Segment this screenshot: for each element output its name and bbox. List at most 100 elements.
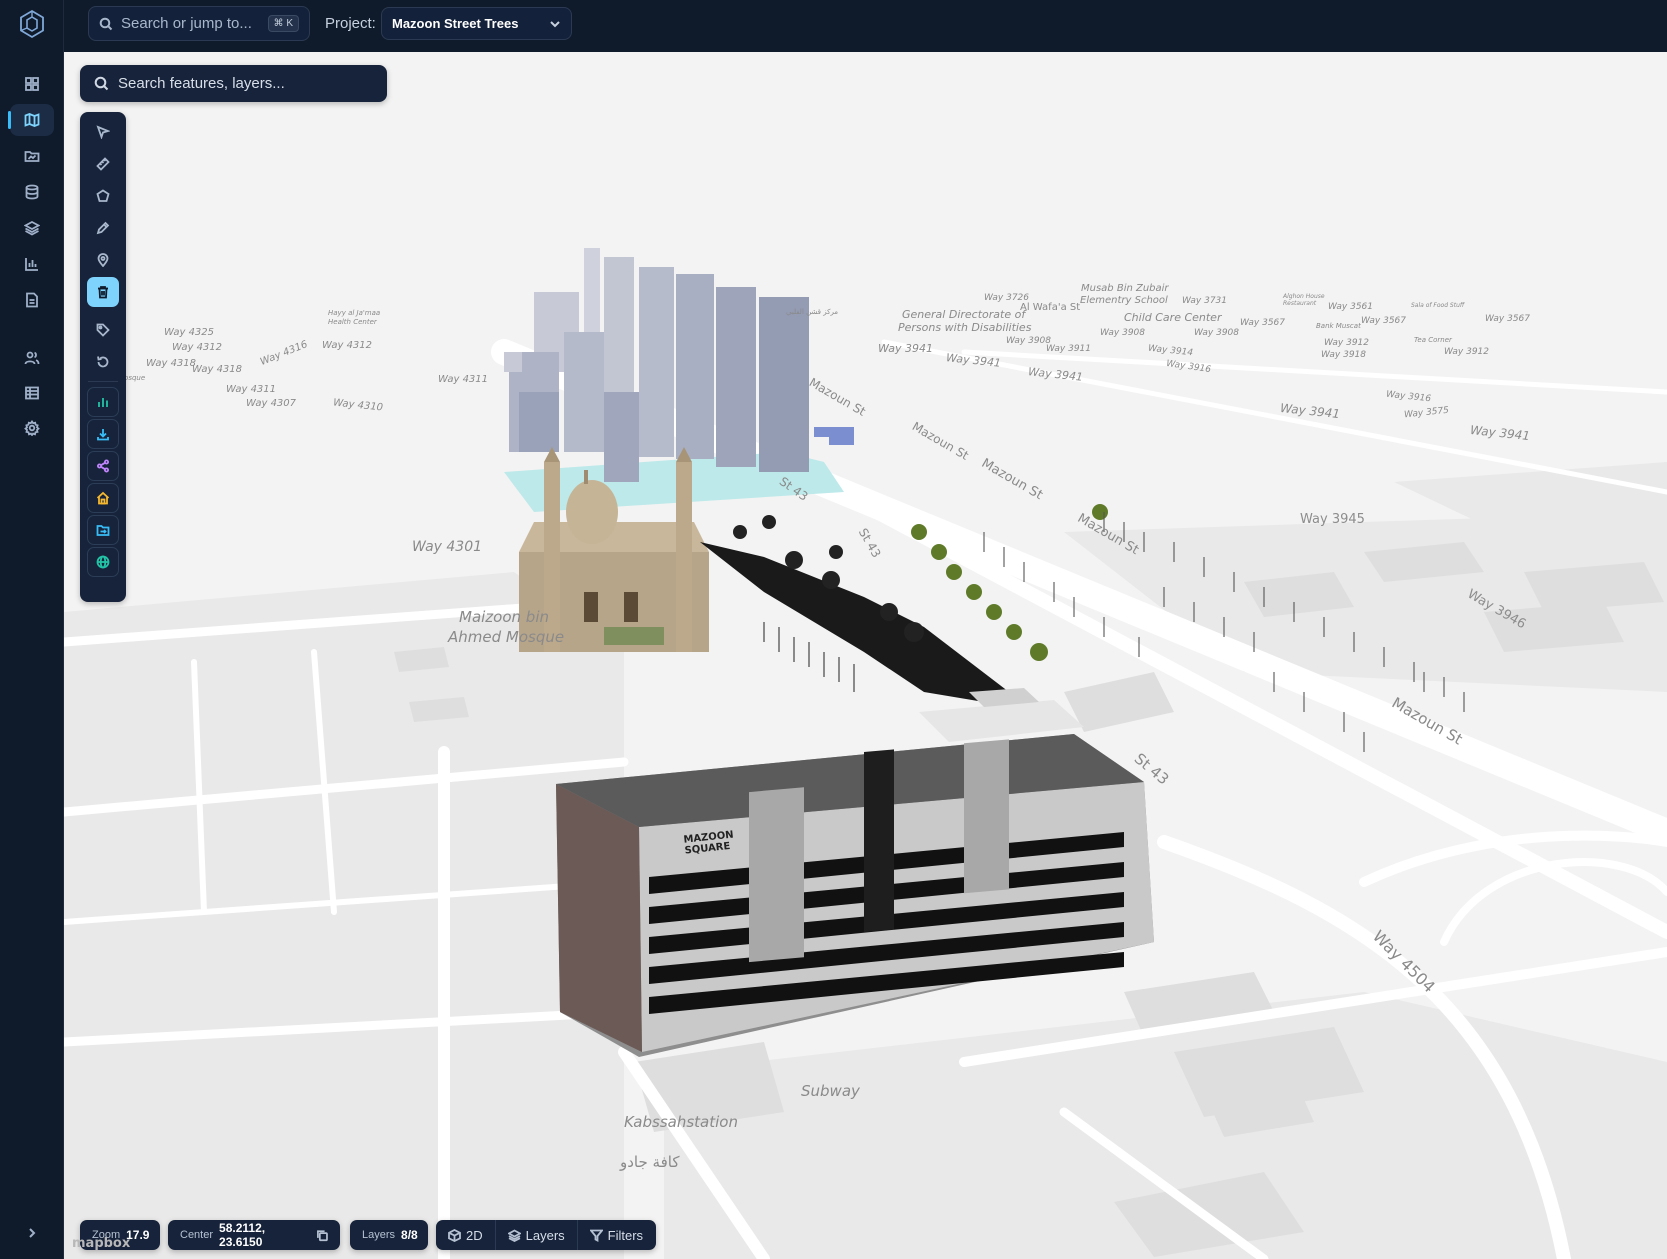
street-label: Way 4301 — [412, 539, 483, 555]
layers-count: Layers 8/8 — [350, 1220, 428, 1250]
street-label: Way 4325 — [164, 327, 215, 338]
street-label: Way 3941 — [878, 342, 934, 355]
filters-button[interactable]: Filters — [576, 1220, 655, 1250]
place-label: Musab Bin Zubair — [1081, 283, 1169, 294]
sidebar-item-tables[interactable] — [10, 377, 54, 409]
street-label: Way 3918 — [1321, 350, 1367, 360]
street-label: Way 3908 — [1006, 336, 1052, 346]
street-label: Way 3908 — [1100, 328, 1146, 338]
project-select[interactable]: Mazoon Street Trees — [381, 7, 572, 40]
view-mode-toggle[interactable]: 2D — [436, 1220, 495, 1250]
share-icon — [96, 459, 109, 473]
sidebar-item-database[interactable] — [10, 176, 54, 208]
street-label: Way 3912 — [1444, 347, 1490, 357]
street-label: Way 3567 — [1240, 318, 1286, 328]
home-tool-button[interactable] — [87, 483, 119, 513]
view-mode-label: 2D — [466, 1227, 483, 1243]
select-tool-button[interactable] — [87, 117, 119, 147]
download-icon — [97, 429, 109, 441]
sidebar-expand-button[interactable] — [20, 1221, 44, 1245]
map-search-placeholder: Search features, layers... — [118, 75, 285, 92]
street-label: Way 4307 — [246, 398, 297, 409]
chevron-down-icon — [550, 20, 560, 27]
globe-tool-button[interactable] — [87, 547, 119, 577]
app-root: Search or jump to... ⌘ K Project: Mazoon… — [0, 0, 1667, 1259]
marker-tool-button[interactable] — [87, 245, 119, 275]
measure-tool-button[interactable] — [87, 149, 119, 179]
street-label: Way 3567 — [1485, 314, 1531, 324]
street-label: Way 3911 — [1046, 344, 1092, 354]
sidebar-item-settings[interactable] — [10, 412, 54, 444]
trash-icon — [98, 286, 108, 299]
layers-icon — [507, 1228, 521, 1242]
search-icon — [99, 17, 113, 30]
chart-icon — [25, 258, 38, 271]
map-icon — [24, 113, 40, 127]
download-tool-button[interactable] — [87, 419, 119, 449]
filter-icon — [589, 1229, 603, 1242]
filters-button-label: Filters — [607, 1227, 644, 1243]
document-icon — [26, 292, 38, 308]
sidebar-item-layers[interactable] — [10, 212, 54, 244]
copy-icon[interactable] — [316, 1229, 328, 1242]
reset-view-button[interactable] — [87, 347, 119, 377]
sidebar-item-reports[interactable] — [10, 284, 54, 316]
layers-count-value: 8/8 — [401, 1228, 418, 1242]
open-project-tool-button[interactable] — [87, 515, 119, 545]
pen-icon — [96, 221, 110, 235]
map-viewport[interactable]: MAZOON SQUARE Way 4325 Way 4312 Way 4316… — [64, 52, 1667, 1259]
map-search-input[interactable]: Search features, layers... — [80, 65, 387, 102]
layers-icon — [24, 220, 40, 236]
street-label: Way 3731 — [1182, 296, 1228, 306]
place-label: Maizoon bin — [459, 608, 549, 626]
app-logo-icon[interactable] — [17, 9, 47, 39]
place-label: مركز قشن الفلبي — [786, 308, 839, 316]
map-canvas — [64, 248, 1667, 1259]
tag-icon — [96, 323, 110, 337]
street-label: Al Wafa'a St — [1020, 302, 1081, 313]
top-bar: Search or jump to... ⌘ K Project: Mazoon… — [64, 0, 1667, 52]
sidebar-item-map-folder[interactable] — [10, 140, 54, 172]
street-label: Way 4312 — [322, 340, 373, 351]
share-tool-button[interactable] — [87, 451, 119, 481]
left-sidebar — [0, 0, 64, 1259]
polygon-tool-button[interactable] — [87, 181, 119, 211]
place-label: كافة جادو — [620, 1153, 680, 1171]
folder-open-icon — [96, 525, 110, 536]
project-label: Project: — [325, 15, 376, 32]
globe-icon — [96, 555, 110, 569]
search-icon — [94, 76, 109, 91]
street-label: Way 3945 — [1300, 512, 1365, 527]
bar-chart-icon — [98, 398, 108, 407]
sidebar-item-users[interactable] — [10, 342, 54, 374]
draw-tool-button[interactable] — [87, 213, 119, 243]
ruler-icon — [96, 157, 110, 171]
place-label: Tea Corner — [1414, 336, 1452, 344]
place-label: Subway — [801, 1082, 860, 1100]
label-tool-button[interactable] — [87, 315, 119, 345]
layers-button-label: Layers — [525, 1227, 565, 1243]
analytics-tool-button[interactable] — [87, 387, 119, 417]
street-label: Way 3908 — [1194, 328, 1240, 338]
street-label: Way 4311 — [226, 384, 277, 395]
project-select-value: Mazoon Street Trees — [392, 16, 519, 31]
reset-icon — [97, 356, 109, 368]
global-search-input[interactable]: Search or jump to... ⌘ K — [88, 6, 310, 41]
place-label: Elementry School — [1080, 295, 1168, 306]
sidebar-item-map[interactable] — [8, 104, 54, 136]
folder-map-icon — [24, 151, 40, 162]
pointer-icon — [96, 125, 110, 139]
center-value: 58.2112, 23.6150 — [219, 1221, 266, 1249]
place-label: Bank Muscat — [1316, 322, 1361, 330]
dashboard-icon — [25, 77, 39, 91]
sidebar-item-dashboard[interactable] — [10, 68, 54, 100]
home-icon — [96, 491, 110, 505]
map-attribution-logo[interactable]: mapbox — [72, 1236, 130, 1251]
keyboard-shortcut-badge: ⌘ K — [267, 15, 299, 32]
street-label: Way 4318 — [192, 364, 243, 375]
sidebar-item-analytics[interactable] — [10, 248, 54, 280]
table-icon — [25, 386, 39, 400]
global-search-placeholder: Search or jump to... — [121, 15, 252, 32]
delete-tool-button[interactable] — [87, 277, 119, 307]
layers-button[interactable]: Layers — [494, 1220, 577, 1250]
